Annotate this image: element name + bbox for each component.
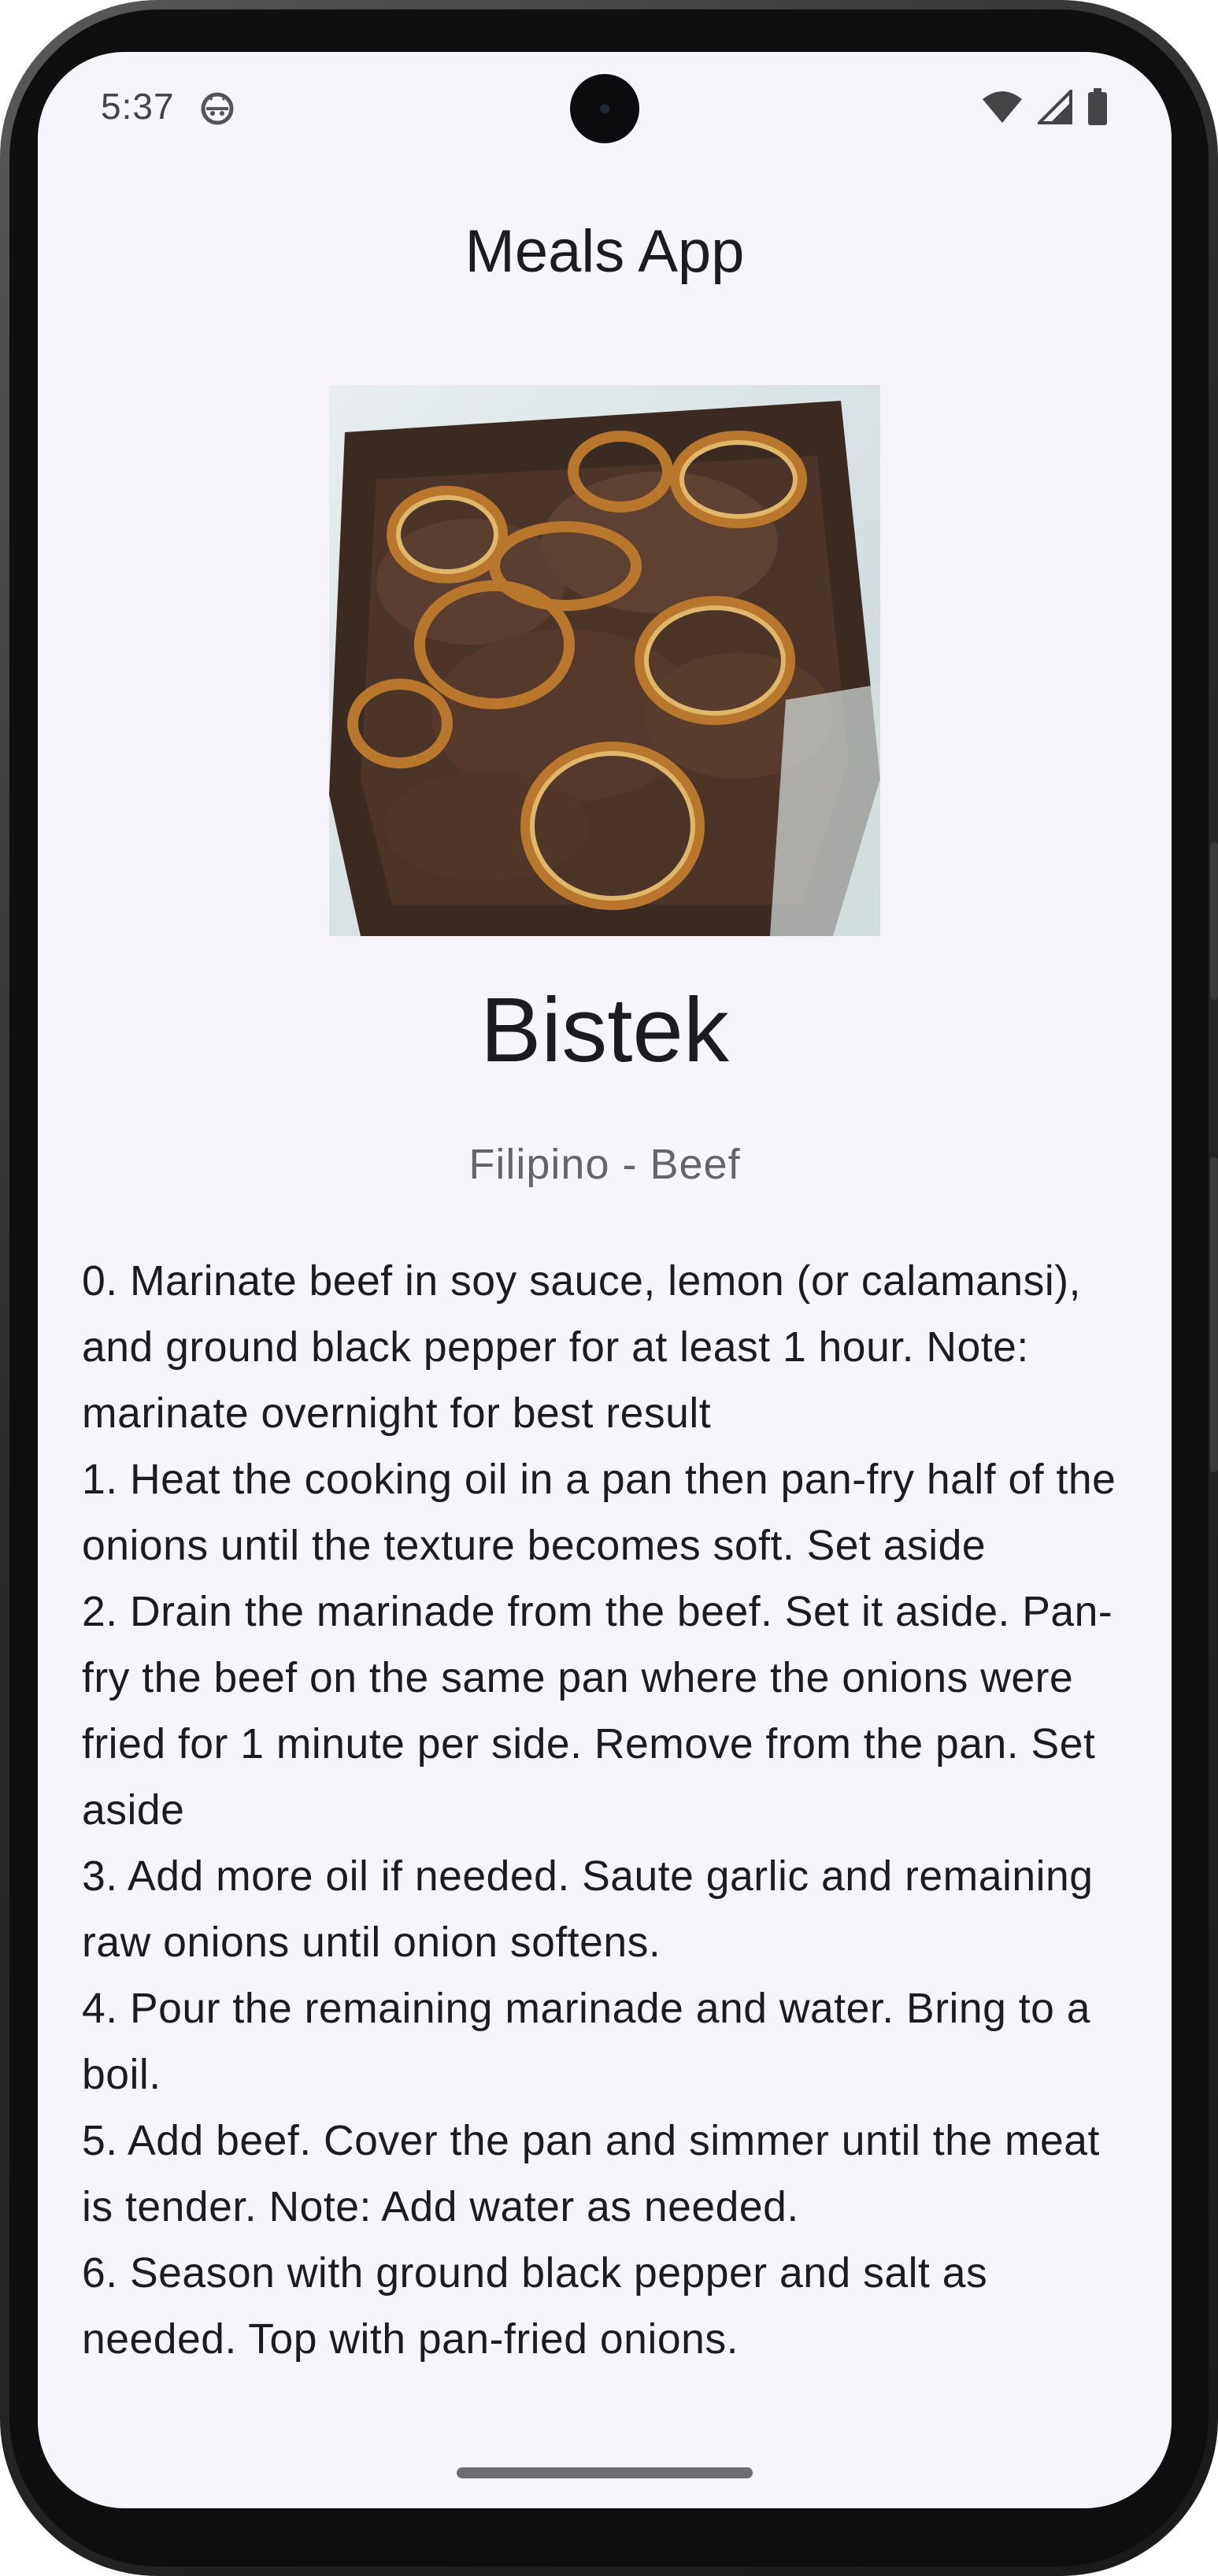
home-indicator[interactable] [457, 2467, 753, 2478]
front-camera [570, 74, 639, 143]
volume-button [1210, 1157, 1218, 1472]
status-time: 5:37 [101, 86, 175, 127]
meal-meta: Filipino - Beef [468, 1141, 741, 1188]
instruction-step: 4. Pour the remaining marinade and water… [82, 1986, 1091, 2098]
wifi-icon [981, 90, 1024, 128]
instruction-step: 2. Drain the marinade from the beef. Set… [82, 1589, 1113, 1834]
instruction-step: 0. Marinate beef in soy sauce, lemon (or… [82, 1258, 1081, 1437]
instruction-step: 6. Season with ground black pepper and s… [82, 2250, 988, 2363]
battery-icon [1087, 88, 1109, 130]
phone-frame: 5:37 Meals App Bistek Filipino - Beef 0.… [0, 0, 1218, 2576]
meal-photo [329, 385, 880, 936]
status-bar: 5:37 [38, 52, 1172, 170]
cell-signal-icon [1035, 87, 1072, 128]
app-title: Meals App [465, 218, 745, 285]
instruction-step: 3. Add more oil if needed. Saute garlic … [82, 1853, 1094, 1966]
instructions-scroll[interactable]: 0. Marinate beef in soy sauce, lemon (or… [82, 1249, 1129, 2382]
instructions: 0. Marinate beef in soy sauce, lemon (or… [82, 1249, 1129, 2373]
instruction-step: 1. Heat the cooking oil in a pan then pa… [82, 1456, 1116, 1569]
android-robot-icon [200, 91, 235, 126]
screen: 5:37 Meals App Bistek Filipino - Beef 0.… [38, 52, 1172, 2508]
power-button [1210, 842, 1218, 1000]
instruction-step: 5. Add beef. Cover the pan and simmer un… [82, 2118, 1100, 2230]
status-icons [981, 87, 1109, 130]
meal-name: Bistek [480, 979, 729, 1081]
